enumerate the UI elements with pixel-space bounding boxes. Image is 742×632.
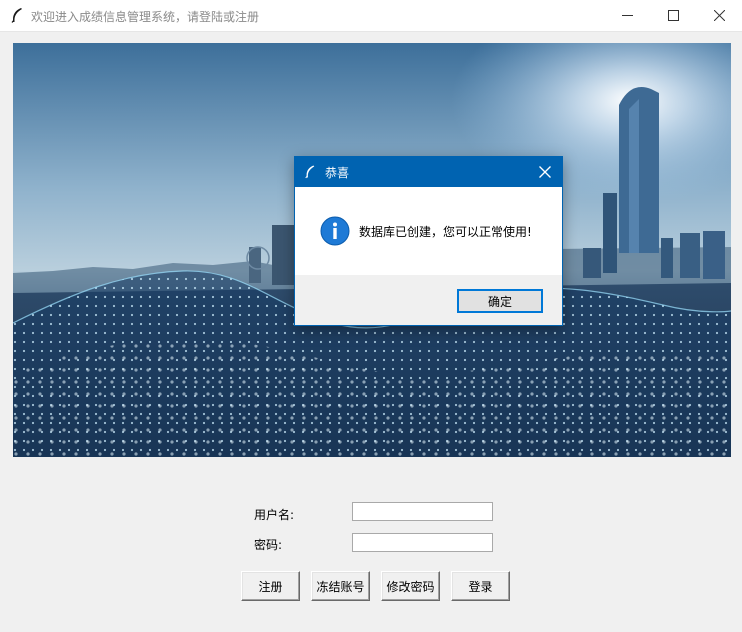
info-dialog: 恭喜 数据库已创建，您可以正常使用! 确定 bbox=[294, 156, 563, 326]
login-button[interactable]: 登录 bbox=[451, 571, 510, 601]
username-input[interactable] bbox=[352, 502, 493, 521]
dialog-message: 数据库已创建，您可以正常使用! bbox=[359, 225, 532, 239]
dialog-titlebar: 恭喜 bbox=[295, 157, 562, 187]
window-titlebar: 欢迎进入成绩信息管理系统，请登陆或注册 bbox=[0, 0, 742, 32]
window-title: 欢迎进入成绩信息管理系统，请登陆或注册 bbox=[31, 10, 260, 24]
close-button[interactable] bbox=[696, 0, 742, 31]
ok-button[interactable]: 确定 bbox=[457, 289, 543, 313]
maximize-icon bbox=[668, 10, 679, 21]
minimize-button[interactable] bbox=[604, 0, 650, 31]
dialog-close-button[interactable] bbox=[528, 157, 562, 187]
dialog-footer: 确定 bbox=[295, 275, 562, 325]
info-icon bbox=[320, 216, 350, 249]
freeze-account-button[interactable]: 冻结账号 bbox=[311, 571, 370, 601]
dialog-body: 数据库已创建，您可以正常使用! bbox=[295, 187, 562, 275]
maximize-button[interactable] bbox=[650, 0, 696, 31]
change-password-button[interactable]: 修改密码 bbox=[381, 571, 440, 601]
feather-icon bbox=[304, 164, 316, 182]
minimize-icon bbox=[622, 15, 633, 16]
close-icon bbox=[714, 10, 725, 21]
password-label: 密码: bbox=[254, 538, 283, 552]
feather-icon bbox=[10, 7, 24, 23]
register-button[interactable]: 注册 bbox=[241, 571, 300, 601]
close-icon bbox=[539, 166, 551, 178]
password-input[interactable] bbox=[352, 533, 493, 552]
username-label: 用户名: bbox=[254, 508, 295, 522]
dialog-title: 恭喜 bbox=[325, 166, 350, 180]
